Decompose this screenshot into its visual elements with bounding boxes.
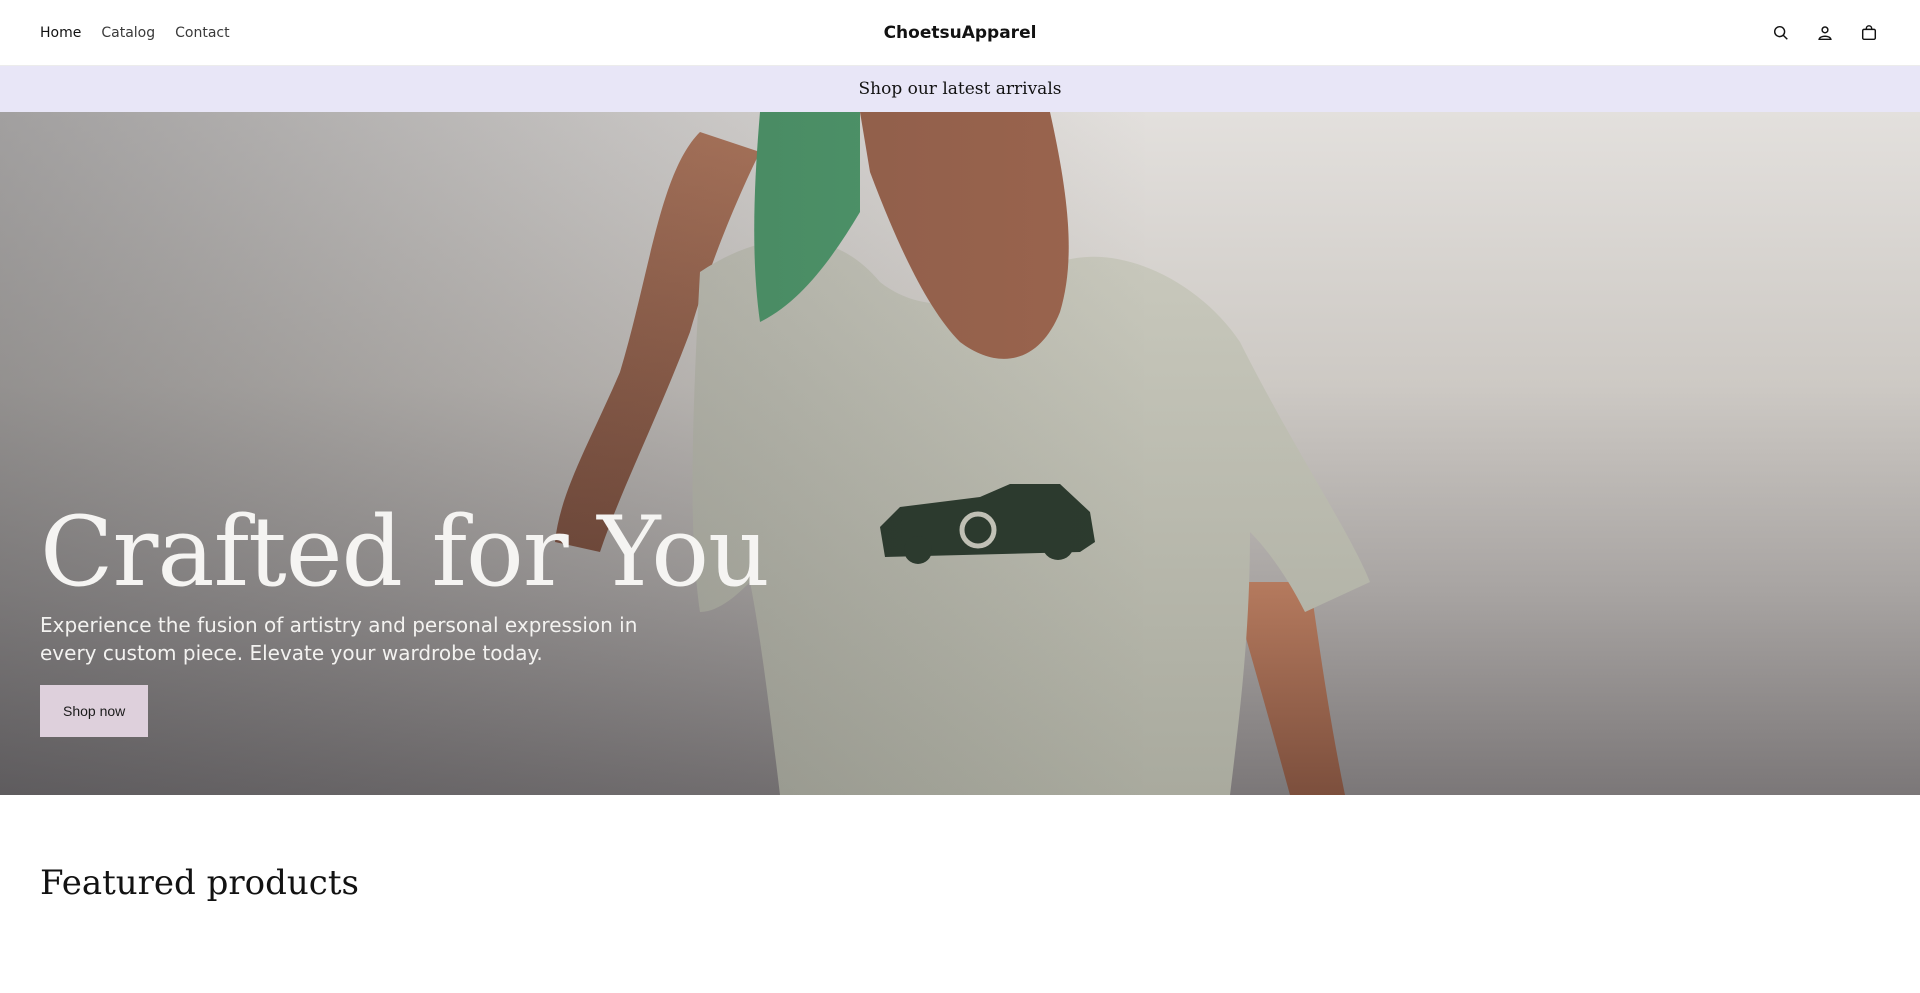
nav-home-link[interactable]: Home: [40, 25, 81, 41]
announcement-bar[interactable]: Shop our latest arrivals: [0, 66, 1920, 112]
hero-title: Crafted for You: [40, 496, 770, 608]
nav-catalog-link[interactable]: Catalog: [101, 25, 155, 41]
store-logo[interactable]: ChoetsuApparel: [0, 0, 1920, 66]
featured-products-heading: Featured products: [40, 863, 359, 903]
shop-now-button[interactable]: Shop now: [40, 685, 149, 737]
account-icon[interactable]: [1814, 22, 1836, 44]
search-icon[interactable]: [1770, 22, 1792, 44]
hero-content: Crafted for You Experience the fusion of…: [40, 497, 800, 737]
hero-banner: Crafted for You Experience the fusion of…: [0, 112, 1920, 795]
announcement-text: Shop our latest arrivals: [858, 79, 1062, 99]
main-nav: Home Catalog Contact: [40, 0, 230, 66]
cart-icon[interactable]: [1858, 22, 1880, 44]
header-icons: [1770, 0, 1880, 66]
site-header: Home Catalog Contact ChoetsuApparel: [0, 0, 1920, 66]
hero-subtitle: Experience the fusion of artistry and pe…: [40, 613, 638, 665]
nav-contact-link[interactable]: Contact: [175, 25, 229, 41]
